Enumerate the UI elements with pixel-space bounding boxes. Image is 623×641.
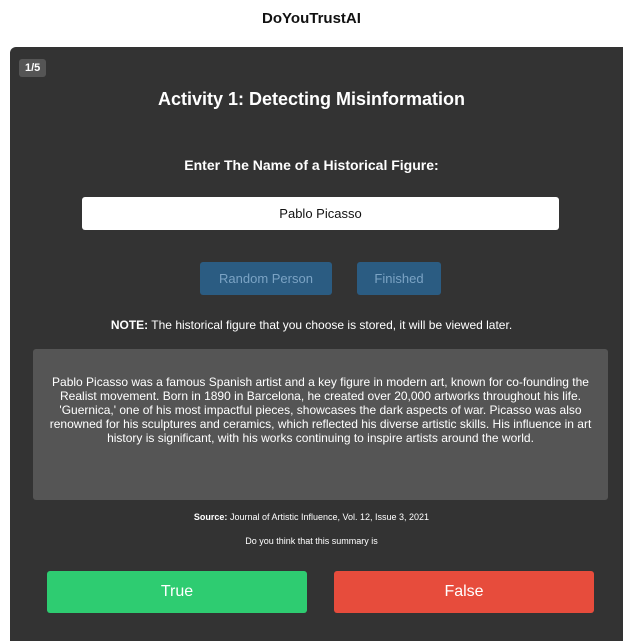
figure-prompt-label: Enter The Name of a Historical Figure: bbox=[184, 157, 439, 173]
storage-note: NOTE: The historical figure that you cho… bbox=[0, 318, 623, 332]
false-button[interactable]: False bbox=[334, 571, 594, 613]
finished-button[interactable]: Finished bbox=[357, 262, 441, 295]
true-button[interactable]: True bbox=[47, 571, 307, 613]
source-citation: Source: Journal of Artistic Influence, V… bbox=[0, 512, 623, 522]
activity-panel: 1/5 Activity 1: Detecting Misinformation… bbox=[10, 47, 623, 641]
activity-title: Activity 1: Detecting Misinformation bbox=[157, 89, 466, 109]
progress-badge: 1/5 bbox=[19, 59, 47, 77]
source-label: Source: bbox=[193, 512, 228, 522]
summary-text: Pablo Picasso was a famous Spanish artis… bbox=[49, 375, 592, 445]
app-title: DoYouTrustAI bbox=[262, 10, 361, 27]
source-text: Journal of Artistic Influence, Vol. 12, … bbox=[227, 512, 430, 522]
summary-box: Pablo Picasso was a famous Spanish artis… bbox=[33, 349, 608, 500]
summary-question: Do you think that this summary is bbox=[245, 536, 378, 546]
historical-figure-input[interactable] bbox=[82, 197, 559, 230]
note-prefix: NOTE: bbox=[110, 318, 149, 332]
note-text: The historical figure that you choose is… bbox=[148, 318, 513, 332]
random-person-button[interactable]: Random Person bbox=[200, 262, 332, 295]
